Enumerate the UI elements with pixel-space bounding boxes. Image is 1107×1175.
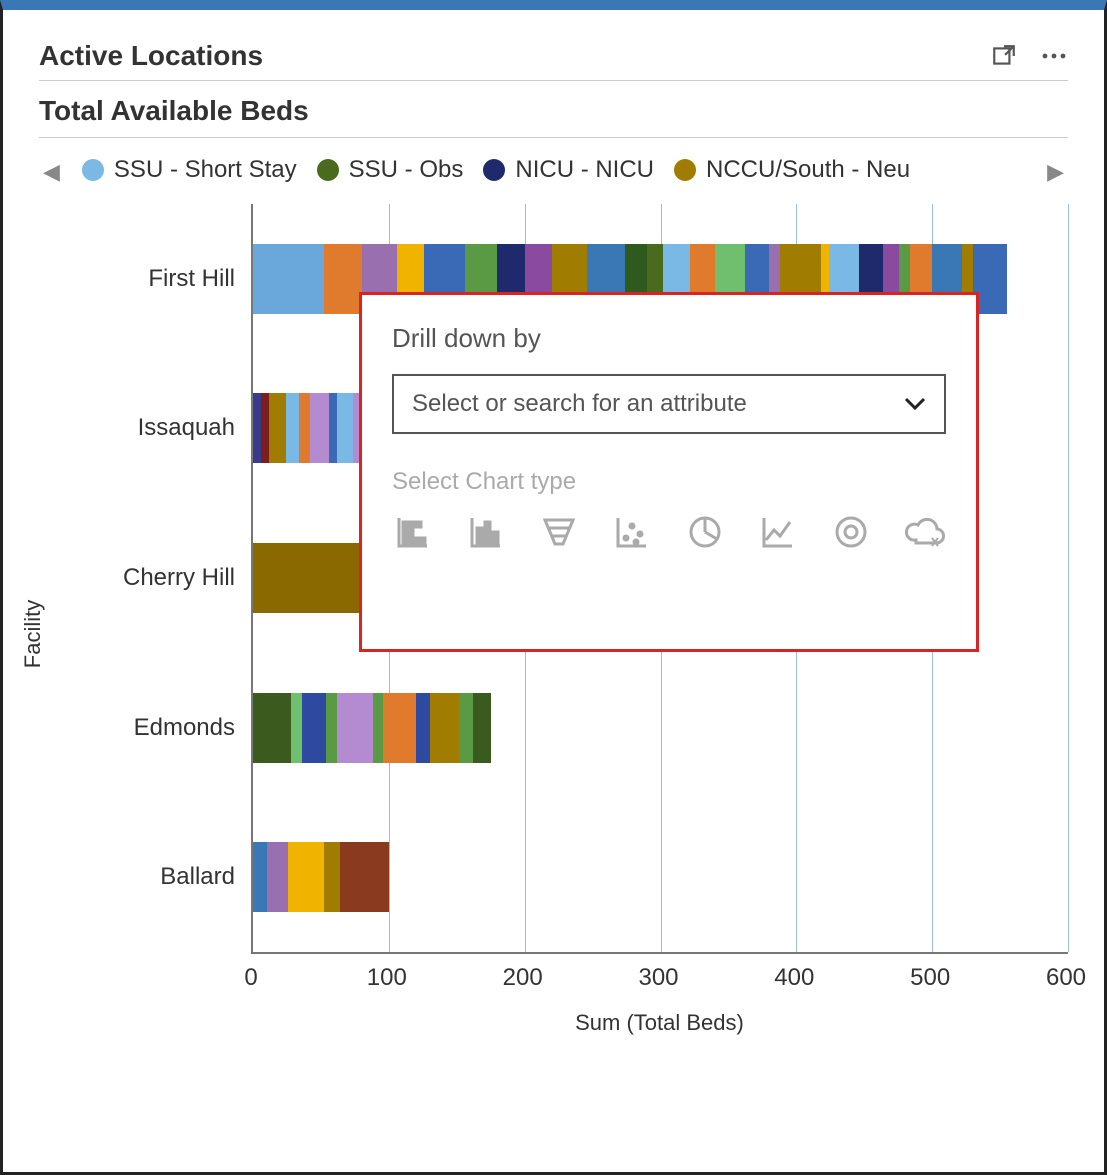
legend-label: NCCU/South - Neu [706,156,910,184]
bar-segment[interactable] [383,693,416,763]
chart-type-pie-icon[interactable] [683,510,726,554]
legend-swatch [82,159,104,181]
drilldown-popup: Drill down by Select or search for an at… [359,292,979,652]
y-tick-label: First Hill [148,265,253,293]
x-tick-label: 600 [1046,964,1086,992]
y-axis-label: Facility [20,600,46,668]
x-tick-label: 200 [503,964,543,992]
expand-icon[interactable] [990,42,1018,70]
bar-segment[interactable] [324,244,362,314]
y-tick-label: Cherry Hill [123,564,253,592]
legend-swatch [483,159,505,181]
bar-segment[interactable] [269,393,285,463]
dashboard-card: Active Locations Total Available Beds ◀ … [0,0,1107,1175]
bar-segment[interactable] [430,693,460,763]
bar-segment[interactable] [253,693,291,763]
chevron-down-icon [904,397,926,411]
legend-swatch [674,159,696,181]
bar-segment[interactable] [253,393,261,463]
legend-swatch [317,159,339,181]
bar-segment[interactable] [267,842,289,912]
legend-label: NICU - NICU [515,156,654,184]
legend-item[interactable]: NICU - NICU [483,156,654,184]
gridline [1068,204,1069,952]
chart-title: Total Available Beds [39,81,1068,138]
x-tick-label: 400 [774,964,814,992]
drilldown-attribute-select[interactable]: Select or search for an attribute [392,374,946,434]
bar[interactable] [253,693,491,763]
chart-type-funnel-icon[interactable] [538,510,581,554]
bar-segment[interactable] [326,693,337,763]
bar-segment[interactable] [291,693,302,763]
y-tick-label: Ballard [160,863,253,891]
chart-type-bar-v-icon[interactable] [465,510,508,554]
bar-segment[interactable] [310,393,329,463]
bar-segment[interactable] [373,693,384,763]
bar-segment[interactable] [337,393,353,463]
bar[interactable] [253,842,389,912]
more-icon[interactable] [1040,42,1068,70]
y-tick-label: Issaquah [138,414,253,442]
x-axis-label: Sum (Total Beds) [251,1010,1068,1036]
bar-segment[interactable] [329,393,337,463]
x-tick-label: 300 [638,964,678,992]
bar-segment[interactable] [340,842,389,912]
legend-item[interactable]: NCCU/South - Neu [674,156,910,184]
bar-segment[interactable] [286,393,300,463]
bar-segment[interactable] [324,842,340,912]
bar-segment[interactable] [253,842,267,912]
card-header-actions [990,42,1068,70]
legend-label: SSU - Short Stay [114,156,297,184]
chart-type-bar-h-icon[interactable] [392,510,435,554]
y-tick-label: Edmonds [134,714,253,742]
chart-type-label: Select Chart type [392,468,946,496]
x-tick-label: 0 [244,964,257,992]
x-tick-label: 100 [367,964,407,992]
legend-prev-icon[interactable]: ◀ [39,159,64,185]
legend-item[interactable]: SSU - Short Stay [82,156,297,184]
bar-segment[interactable] [473,693,491,763]
chart-type-row [392,510,946,554]
chart-type-donut-icon[interactable] [829,510,872,554]
bar-segment[interactable] [416,693,430,763]
bar-segment[interactable] [337,693,372,763]
x-tick-label: 500 [910,964,950,992]
chart-area: Facility First HillIssaquahCherry HillEd… [39,204,1068,1064]
legend-next-icon[interactable]: ▶ [1043,159,1068,185]
x-axis-ticks: 0100200300400500600 [251,964,1068,994]
bar-segment[interactable] [302,693,326,763]
bar-segment[interactable] [261,393,269,463]
drilldown-placeholder: Select or search for an attribute [412,390,747,418]
chart-type-line-icon[interactable] [756,510,799,554]
chart-type-scatter-icon[interactable] [611,510,654,554]
bar-segment[interactable] [253,244,324,314]
drilldown-title: Drill down by [392,323,946,354]
card-header: Active Locations [39,38,1068,81]
bar-segment[interactable] [459,693,473,763]
legend-item[interactable]: SSU - Obs [317,156,464,184]
legend-label: SSU - Obs [349,156,464,184]
legend: ◀ SSU - Short Stay SSU - Obs NICU - NICU NC… [39,138,1068,198]
card-title: Active Locations [39,40,263,72]
bar-segment[interactable] [299,393,310,463]
chart-type-wordcloud-icon[interactable] [902,510,946,554]
bar-segment[interactable] [288,842,323,912]
